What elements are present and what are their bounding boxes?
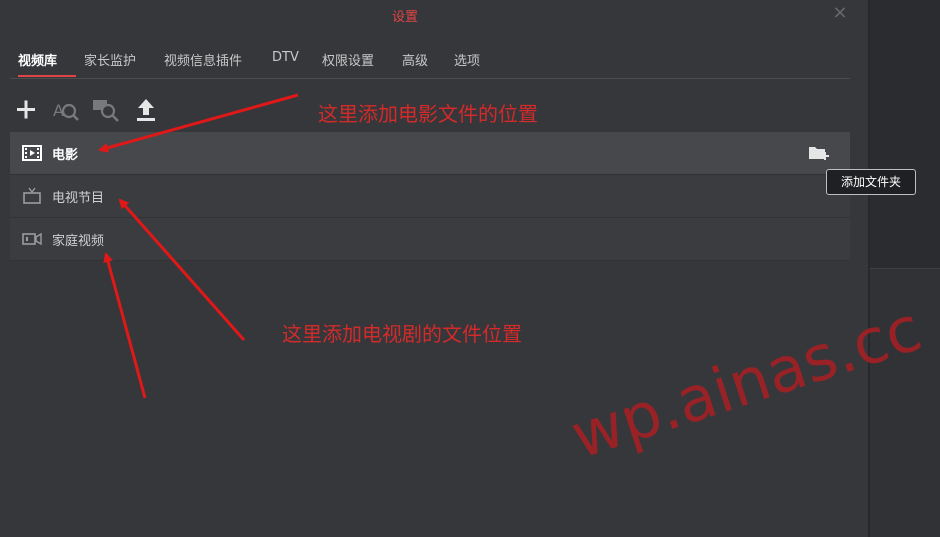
library-item-tv-shows[interactable]: 电视节目 xyxy=(10,175,850,218)
add-folder-icon[interactable] xyxy=(808,144,830,162)
background-divider xyxy=(870,268,940,269)
library-item-label: 电视节目 xyxy=(52,191,105,206)
dialog-title: 设置 xyxy=(391,10,418,25)
video-camera-icon xyxy=(22,232,42,246)
add-icon[interactable] xyxy=(12,96,40,124)
tab-bar: 视频库 家长监护 视频信息插件 DTV 权限设置 高级 选项 xyxy=(10,44,850,79)
add-folder-tooltip: 添加文件夹 xyxy=(826,169,916,195)
tab-advanced[interactable]: 高级 xyxy=(402,50,428,69)
tab-metadata-plugins[interactable]: 视频信息插件 xyxy=(164,50,242,69)
tab-permissions[interactable]: 权限设置 xyxy=(322,50,374,69)
tab-dtv[interactable]: DTV xyxy=(272,50,299,65)
library-item-movies[interactable]: 电影 xyxy=(10,132,850,175)
upload-icon[interactable] xyxy=(132,96,160,124)
tv-icon xyxy=(23,187,41,204)
active-tab-indicator xyxy=(18,75,76,77)
background-panel-top xyxy=(870,0,940,268)
library-item-label: 电影 xyxy=(52,148,79,163)
search-scan-icon[interactable]: A xyxy=(52,96,80,124)
annotation-movie: 这里添加电影文件的位置 xyxy=(318,102,538,126)
tab-parental-control[interactable]: 家长监护 xyxy=(84,50,136,69)
dialog-edge xyxy=(868,0,870,537)
library-item-home-videos[interactable]: 家庭视频 xyxy=(10,218,850,261)
search-media-icon[interactable] xyxy=(92,96,120,124)
library-list: 电影 电视节目 家庭视频 xyxy=(10,132,850,261)
close-icon[interactable]: × xyxy=(832,3,848,23)
settings-dialog: 设置 × 视频库 家长监护 视频信息插件 DTV 权限设置 高级 选项 A 电影… xyxy=(0,0,868,537)
annotation-tv: 这里添加电视剧的文件位置 xyxy=(282,322,522,346)
tab-options[interactable]: 选项 xyxy=(454,50,480,69)
library-item-label: 家庭视频 xyxy=(52,234,105,249)
film-icon xyxy=(22,145,42,161)
tab-video-library[interactable]: 视频库 xyxy=(18,50,57,69)
